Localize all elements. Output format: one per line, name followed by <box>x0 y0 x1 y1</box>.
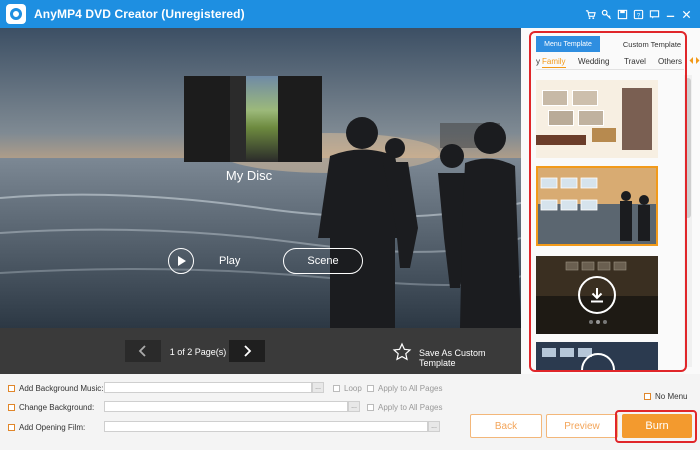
burn-highlight-frame <box>615 410 697 443</box>
preview-button[interactable]: Preview <box>546 414 618 438</box>
apply-all-pages-label-music: Apply to All Pages <box>378 384 443 393</box>
opening-film-field[interactable] <box>104 421 428 432</box>
disc-thumbnail[interactable] <box>184 76 322 162</box>
background-music-browse-button[interactable]: ... <box>312 382 324 393</box>
title-bar: AnyMP4 DVD Creator (Unregistered) ? <box>0 0 700 28</box>
apply-all-pages-checkbox-background[interactable] <box>367 404 374 411</box>
template-highlight-frame <box>529 31 687 372</box>
add-opening-film-option[interactable]: Add Opening Film: <box>8 423 85 432</box>
no-menu-label: No Menu <box>655 392 688 401</box>
change-background-label: Change Background: <box>19 403 95 412</box>
svg-text:?: ? <box>636 12 640 19</box>
apply-all-pages-label-background: Apply to All Pages <box>378 403 443 412</box>
background-browse-button[interactable]: ... <box>348 401 360 412</box>
add-background-music-label: Add Background Music: <box>19 384 104 393</box>
star-icon[interactable] <box>392 342 412 362</box>
no-menu-option[interactable]: No Menu <box>644 392 687 401</box>
app-logo-icon <box>6 4 26 24</box>
key-icon[interactable] <box>598 6 614 22</box>
back-button[interactable]: Back <box>470 414 542 438</box>
background-image-field[interactable] <box>104 401 348 412</box>
background-music-field[interactable] <box>104 382 312 393</box>
add-opening-film-checkbox[interactable] <box>8 424 15 431</box>
category-scroll-arrows-icon[interactable] <box>689 56 700 65</box>
add-background-music-option[interactable]: Add Background Music: <box>8 384 104 393</box>
play-label[interactable]: Play <box>219 255 240 267</box>
change-background-checkbox[interactable] <box>8 404 15 411</box>
title-bar-controls: ? <box>582 6 694 22</box>
previous-page-button[interactable] <box>125 340 161 362</box>
close-icon[interactable] <box>678 6 694 22</box>
cart-icon[interactable] <box>582 6 598 22</box>
save-icon[interactable] <box>614 6 630 22</box>
window-title: AnyMP4 DVD Creator (Unregistered) <box>34 7 245 21</box>
pager-bar: 1 of 2 Page(s) Save As Custom Template <box>0 328 521 374</box>
disc-title[interactable]: My Disc <box>184 168 314 183</box>
no-menu-checkbox[interactable] <box>644 393 651 400</box>
page-indicator: 1 of 2 Page(s) <box>169 347 227 357</box>
play-button[interactable] <box>168 248 194 274</box>
next-page-button[interactable] <box>229 340 265 362</box>
help-icon[interactable]: ? <box>630 6 646 22</box>
chat-icon[interactable] <box>646 6 662 22</box>
menu-preview: My Disc Play Scene <box>0 28 521 328</box>
add-opening-film-label: Add Opening Film: <box>19 423 86 432</box>
apply-all-pages-option-music[interactable]: Apply to All Pages <box>367 384 442 393</box>
apply-all-pages-checkbox-music[interactable] <box>367 385 374 392</box>
loop-option[interactable]: Loop <box>333 384 362 393</box>
opening-film-browse-button[interactable]: ... <box>428 421 440 432</box>
change-background-option[interactable]: Change Background: <box>8 403 94 412</box>
loop-checkbox[interactable] <box>333 385 340 392</box>
minimize-icon[interactable] <box>662 6 678 22</box>
play-icon <box>178 256 186 266</box>
apply-all-pages-option-background[interactable]: Apply to All Pages <box>367 403 442 412</box>
chevron-left-icon <box>138 345 146 357</box>
chevron-right-icon <box>244 345 252 357</box>
loop-label: Loop <box>344 384 362 393</box>
scene-button[interactable]: Scene <box>283 248 363 274</box>
save-as-custom-template-button[interactable]: Save As Custom Template <box>419 348 521 368</box>
add-background-music-checkbox[interactable] <box>8 385 15 392</box>
